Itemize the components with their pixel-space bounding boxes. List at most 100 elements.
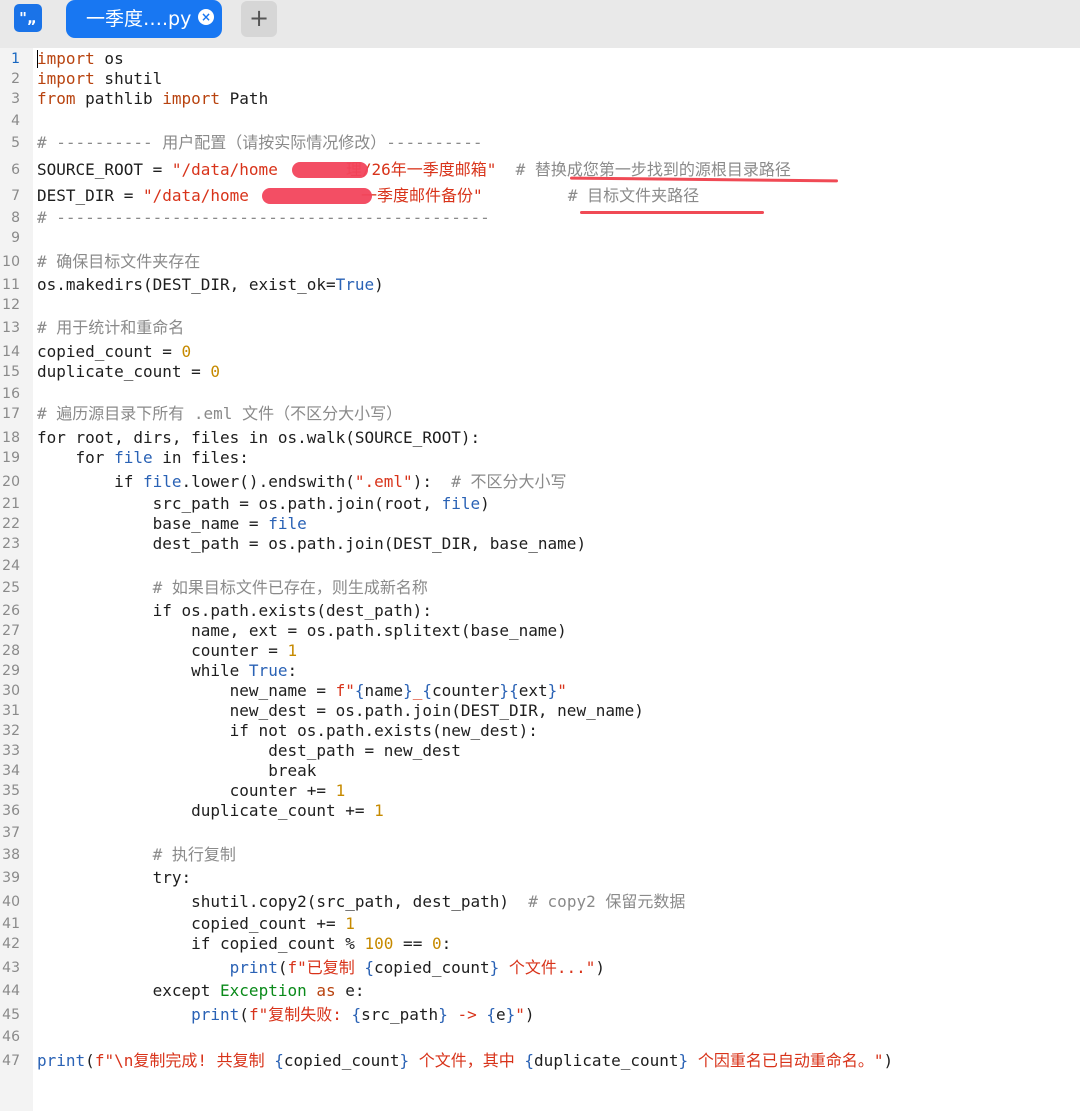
code-line[interactable]: # 执行复制 — [37, 845, 236, 865]
line-number: 36 — [2, 803, 20, 819]
code-text: ext — [518, 681, 548, 700]
code-line[interactable]: counter += 1 — [37, 781, 346, 801]
code-line[interactable]: import shutil — [37, 69, 162, 89]
line-number: 45 — [2, 1007, 20, 1023]
app-logo-icon[interactable]: "„ — [14, 4, 42, 32]
code-text: e: — [335, 981, 365, 1000]
fstring-brace: } — [399, 1051, 410, 1070]
code-line[interactable]: for root, dirs, files in os.walk(SOURCE_… — [37, 428, 480, 448]
fstring-brace: { — [509, 681, 519, 700]
code-line[interactable]: os.makedirs(DEST_DIR, exist_ok=True) — [37, 275, 384, 295]
class-name: Exception — [220, 981, 307, 1000]
code-line[interactable]: # --------------------------------------… — [37, 208, 490, 228]
code-line[interactable]: # 如果目标文件已存在，则生成新名称 — [37, 578, 428, 598]
code-text: counter — [431, 681, 500, 700]
string: " — [557, 681, 567, 700]
code-line[interactable]: name, ext = os.path.splitext(base_name) — [37, 621, 567, 641]
code-line[interactable]: if copied_count % 100 == 0: — [37, 934, 451, 954]
line-number: 9 — [11, 230, 20, 246]
line-number: 16 — [2, 386, 20, 402]
line-number: 26 — [2, 603, 20, 619]
fstring-brace: { — [486, 1005, 496, 1024]
code-line[interactable]: base_name = file — [37, 514, 307, 534]
code-text: if copied_count % — [37, 934, 365, 953]
line-number: 23 — [2, 536, 20, 552]
code-text: counter = — [37, 641, 288, 660]
code-line[interactable]: try: — [37, 868, 192, 888]
code-text: == — [393, 934, 432, 953]
code-line[interactable]: dest_path = new_dest — [37, 741, 461, 761]
string: f" — [335, 681, 355, 700]
code-text: : — [441, 934, 452, 953]
code-line[interactable]: if not os.path.exists(new_dest): — [37, 721, 538, 741]
line-number: 44 — [2, 983, 20, 999]
code-line[interactable]: # 确保目标文件夹存在 — [37, 252, 200, 272]
code-line[interactable]: new_name = f"{name}_{counter}{ext}" — [37, 681, 567, 701]
fstring-brace: } — [403, 681, 413, 700]
comment: # copy2 保留元数据 — [509, 892, 686, 911]
code-text: name — [364, 681, 404, 700]
line-number: 40 — [2, 894, 20, 910]
number: 1 — [345, 914, 355, 933]
code-line[interactable]: # 用于统计和重命名 — [37, 318, 184, 338]
line-number: 2 — [11, 71, 20, 87]
code-line[interactable]: src_path = os.path.join(root, file) — [37, 494, 490, 514]
code-line[interactable]: duplicate_count = 0 — [37, 362, 220, 382]
code-line[interactable]: shutil.copy2(src_path, dest_path) # copy… — [37, 892, 685, 912]
string: 个文件，其中 — [409, 1051, 525, 1070]
code-line[interactable]: from pathlib import Path — [37, 89, 268, 109]
string: "/data/home — [171, 160, 278, 179]
code-line[interactable]: if os.path.exists(dest_path): — [37, 601, 432, 621]
line-number: 29 — [2, 663, 20, 679]
builtin: file — [114, 448, 153, 467]
code-line[interactable]: # 遍历源目录下所有 .eml 文件（不区分大小写） — [37, 404, 402, 424]
line-number: 34 — [2, 763, 20, 779]
new-tab-button[interactable]: + — [241, 1, 277, 37]
tab-file[interactable]: 一季度….py × — [66, 0, 222, 38]
line-number: 10 — [2, 254, 20, 270]
builtin: file — [441, 494, 481, 513]
code-line[interactable]: copied_count = 0 — [37, 342, 191, 362]
code-line[interactable]: print(f"复制失败: {src_path} -> {e}") — [37, 1005, 534, 1025]
builtin: True — [335, 275, 375, 294]
line-number: 25 — [2, 580, 20, 596]
code-line[interactable]: while True: — [37, 661, 297, 681]
code-line[interactable]: print(f"\n复制完成! 共复制 {copied_count} 个文件，其… — [37, 1051, 893, 1071]
code-line[interactable]: import os — [37, 49, 124, 69]
line-number: 14 — [2, 344, 20, 360]
code-text: duplicate_count = — [37, 362, 211, 381]
code-line[interactable]: dest_path = os.path.join(DEST_DIR, base_… — [37, 534, 586, 554]
number: 1 — [287, 641, 298, 660]
string: _ — [412, 681, 423, 700]
line-number: 17 — [2, 406, 20, 422]
code-line[interactable]: break — [37, 761, 316, 781]
line-number: 8 — [11, 210, 20, 226]
code-text: in files: — [152, 448, 249, 467]
builtin: print — [191, 1005, 240, 1024]
code-text: src_path — [361, 1005, 439, 1024]
code-line[interactable]: except Exception as e: — [37, 981, 365, 1001]
code-line[interactable]: for file in files: — [37, 448, 249, 468]
string: f"复制失败: — [248, 1005, 352, 1024]
code-text: while — [37, 661, 249, 680]
code-line[interactable]: if file.lower().endswith(".eml"): # 不区分大… — [37, 472, 566, 492]
code-line[interactable]: new_dest = os.path.join(DEST_DIR, new_na… — [37, 701, 644, 721]
fstring-brace: { — [422, 681, 432, 700]
code-line[interactable]: counter = 1 — [37, 641, 297, 661]
code-line[interactable]: # ---------- 用户配置（请按实际情况修改）---------- — [37, 133, 483, 153]
code-line[interactable]: copied_count += 1 — [37, 914, 355, 934]
close-icon[interactable]: × — [198, 9, 214, 25]
redaction-mark — [292, 162, 368, 178]
code-line[interactable]: print(f"已复制 {copied_count} 个文件...") — [37, 958, 605, 978]
line-number: 22 — [2, 516, 20, 532]
code-text: for — [37, 448, 115, 467]
line-number: 27 — [2, 623, 20, 639]
keyword: import — [162, 89, 221, 108]
number: 1 — [335, 781, 346, 800]
code-line[interactable]: duplicate_count += 1 — [37, 801, 384, 821]
line-number: 43 — [2, 960, 20, 976]
line-number: 30 — [2, 683, 20, 699]
code-text: pathlib — [75, 89, 163, 108]
